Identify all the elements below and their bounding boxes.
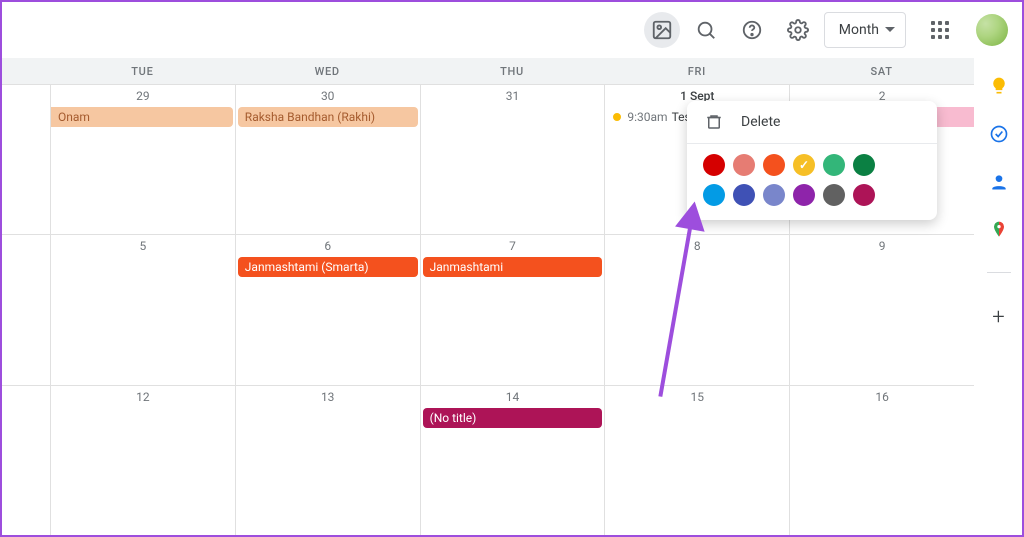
day-cell[interactable]: 7 Janmashtami [420,235,605,384]
contacts-icon[interactable] [989,172,1009,192]
color-option[interactable] [853,184,875,206]
color-option[interactable] [853,154,875,176]
calendar-event[interactable]: Janmashtami [423,257,603,277]
color-option[interactable] [763,154,785,176]
delete-option[interactable]: Delete [687,101,937,143]
day-header: WED [235,58,420,84]
picture-icon[interactable] [644,12,680,48]
delete-label: Delete [741,114,780,130]
day-number: 8 [605,239,789,253]
calendar-event[interactable]: Raksha Bandhan (Rakhi) [238,107,418,127]
keep-icon[interactable] [989,76,1009,96]
apps-grid-icon[interactable] [920,10,960,50]
day-cell[interactable]: 8 [604,235,789,384]
color-grid [687,144,937,220]
maps-icon[interactable] [989,220,1009,240]
day-cell[interactable]: 13 [235,386,420,535]
day-cell[interactable]: 5 [50,235,235,384]
day-number: 31 [421,89,605,103]
day-header: TUE [50,58,235,84]
day-number: 16 [790,390,974,404]
event-color-popover: Delete [687,101,937,220]
gear-icon[interactable] [778,10,818,50]
day-number: 13 [236,390,420,404]
day-number: 15 [605,390,789,404]
day-cell[interactable]: 16 [789,386,974,535]
side-panel: + [974,58,1022,535]
calendar-event[interactable]: Onam [51,107,233,127]
day-header: SAT [789,58,974,84]
day-cell[interactable]: 29 Onam [50,85,235,234]
color-option[interactable] [703,154,725,176]
day-number: 5 [51,239,235,253]
color-option[interactable] [733,184,755,206]
day-header: FRI [604,58,789,84]
day-cell[interactable]: 15 [604,386,789,535]
color-option[interactable] [823,154,845,176]
day-cell[interactable]: 31 [420,85,605,234]
view-selector[interactable]: Month [824,12,906,48]
view-label: Month [839,22,879,38]
calendar-event[interactable]: (No title) [423,408,603,428]
day-number: 6 [236,239,420,253]
color-option[interactable] [733,154,755,176]
day-header: THU [420,58,605,84]
day-cell[interactable]: 6 Janmashtami (Smarta) [235,235,420,384]
color-option[interactable] [703,184,725,206]
day-number: 12 [51,390,235,404]
side-divider [987,272,1011,273]
day-cell[interactable]: 9 [789,235,974,384]
add-sidebar-icon[interactable]: + [992,305,1004,330]
color-option[interactable] [763,184,785,206]
day-number: 14 [421,390,605,404]
day-cell[interactable]: 12 [50,386,235,535]
chevron-down-icon [885,27,895,33]
color-option[interactable] [793,154,815,176]
day-number: 9 [790,239,974,253]
tasks-icon[interactable] [989,124,1009,144]
trash-icon [705,113,723,131]
day-cell[interactable]: 30 Raksha Bandhan (Rakhi) [235,85,420,234]
header-toolbar: Month [2,2,1022,58]
avatar[interactable] [976,14,1008,46]
day-number: 7 [421,239,605,253]
help-icon[interactable] [732,10,772,50]
color-option[interactable] [793,184,815,206]
day-headers: TUE WED THU FRI SAT [2,58,974,84]
day-number: 29 [51,89,235,103]
calendar-event[interactable]: Janmashtami (Smarta) [238,257,418,277]
search-icon[interactable] [686,10,726,50]
day-cell[interactable]: 14 (No title) [420,386,605,535]
color-option[interactable] [823,184,845,206]
day-number: 30 [236,89,420,103]
